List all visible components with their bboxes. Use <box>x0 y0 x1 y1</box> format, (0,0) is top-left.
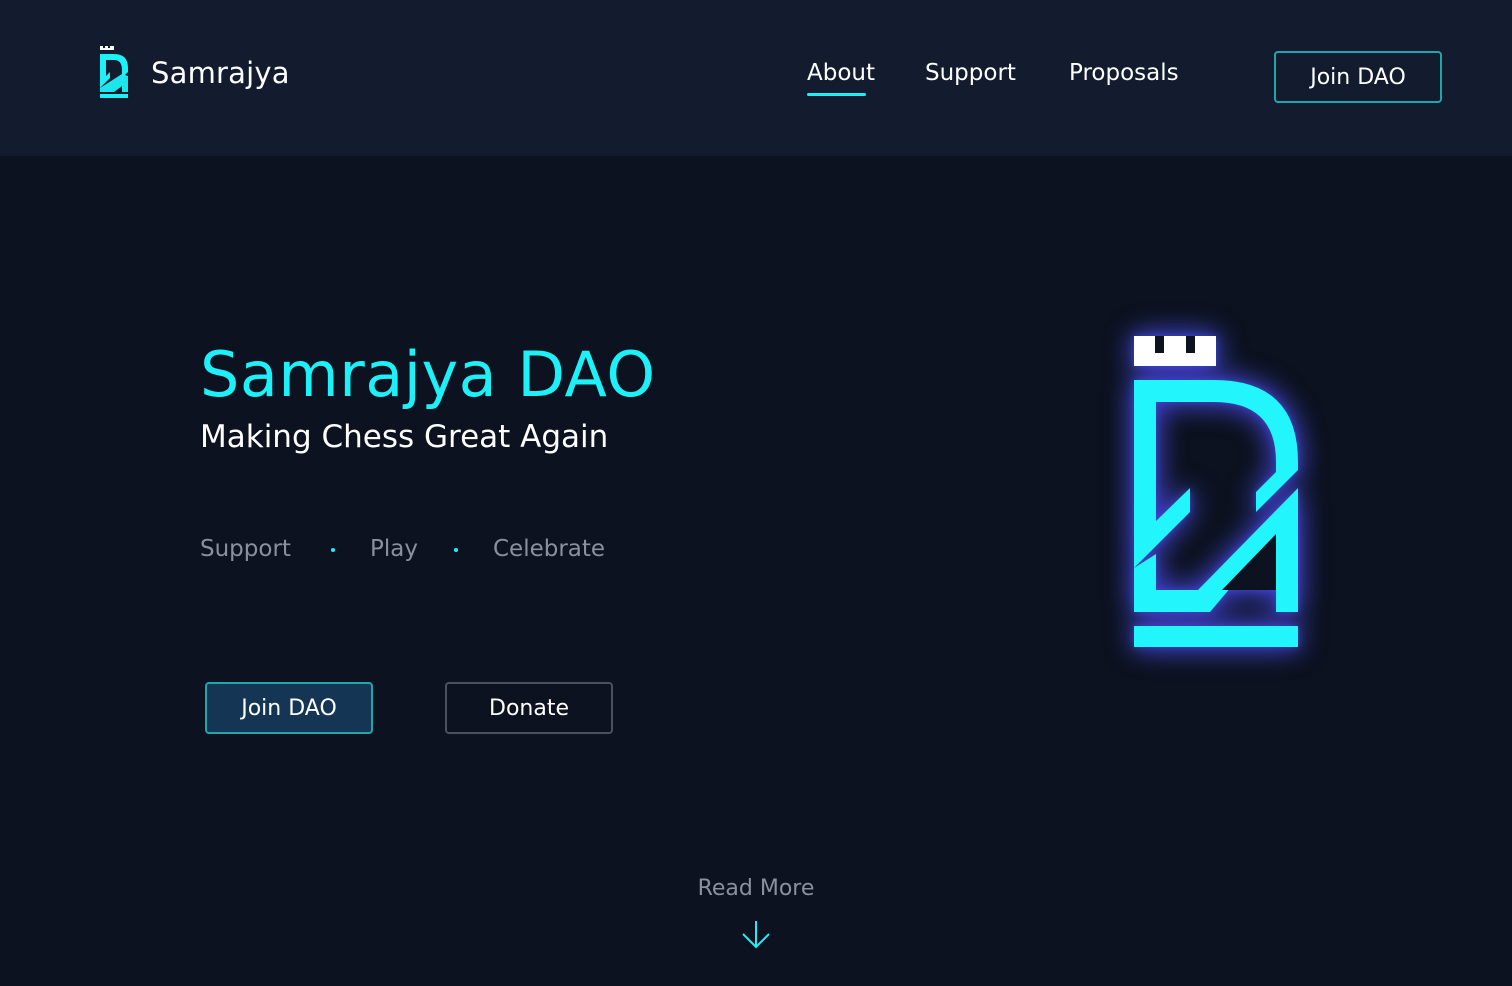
tagline-separator-dot <box>331 548 335 552</box>
tagline-item-play: Play <box>370 536 418 562</box>
nav-link-about[interactable]: About <box>807 60 875 86</box>
tagline-item-support: Support <box>200 536 291 562</box>
donate-button[interactable]: Donate <box>445 682 613 734</box>
rook-logo-icon <box>1134 336 1298 647</box>
read-more-link[interactable]: Read More <box>0 876 1512 949</box>
hero-tagline: Support Play Celebrate <box>200 536 660 568</box>
nav-link-support[interactable]: Support <box>925 60 1016 86</box>
header-join-dao-button[interactable]: Join DAO <box>1274 51 1442 103</box>
tagline-separator-dot <box>454 548 458 552</box>
hero-title: Samrajya DAO <box>200 338 656 411</box>
tagline-item-celebrate: Celebrate <box>493 536 606 562</box>
brand-home-link[interactable]: Samrajya <box>98 46 290 100</box>
nav-active-indicator <box>807 93 866 96</box>
read-more-label: Read More <box>697 876 815 901</box>
rook-logo-icon <box>100 46 128 98</box>
site-header: Samrajya About Support Proposals Join DA… <box>0 0 1512 156</box>
hero-subtitle: Making Chess Great Again <box>200 419 609 455</box>
arrow-down-icon <box>742 921 770 949</box>
nav-link-proposals[interactable]: Proposals <box>1069 60 1179 86</box>
brand-name: Samrajya <box>151 56 290 90</box>
landing-page: Samrajya About Support Proposals Join DA… <box>0 0 1512 986</box>
hero-join-dao-button[interactable]: Join DAO <box>205 682 373 734</box>
